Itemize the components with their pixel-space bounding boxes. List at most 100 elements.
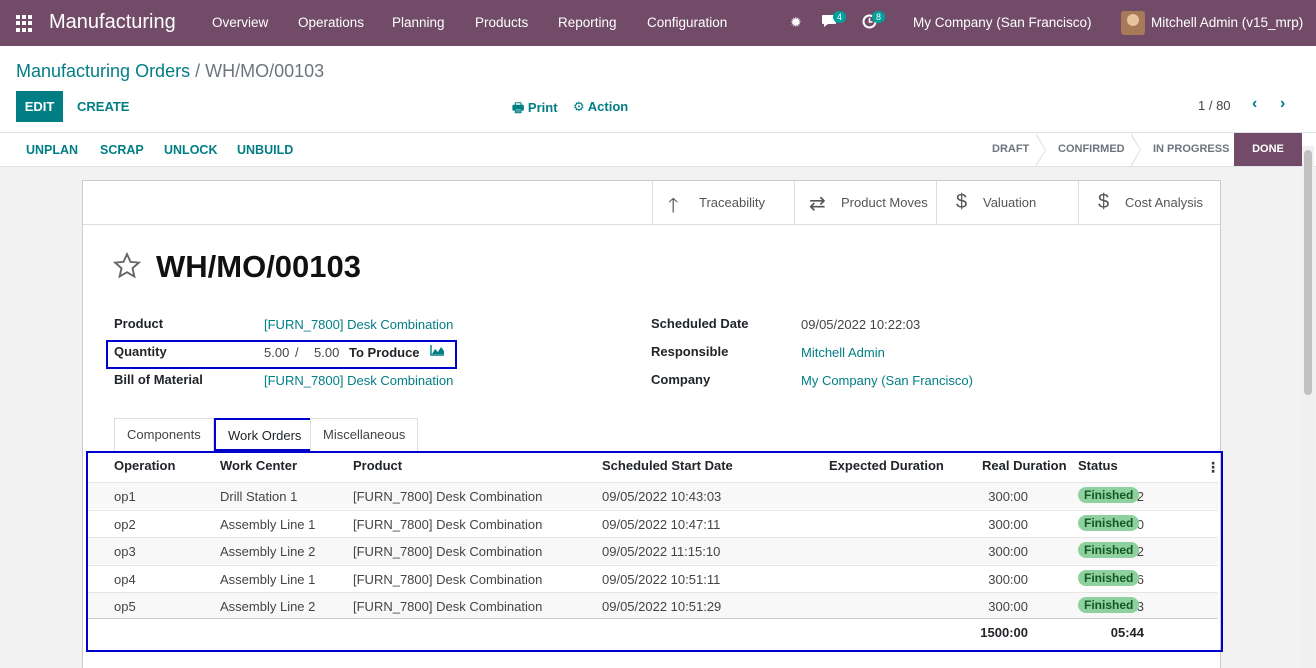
print-icon: 🖶 xyxy=(512,100,525,115)
activities-badge: 8 xyxy=(872,11,886,23)
work-center-cell: Assembly Line 1 xyxy=(220,516,316,532)
operation-cell: op4 xyxy=(114,571,136,587)
expected-duration-cell: 300:00 xyxy=(988,599,1028,614)
valuation-button[interactable]: $ Valuation xyxy=(936,181,1078,224)
work-center-cell: Assembly Line 2 xyxy=(220,544,316,559)
product-cell: [FURN_7800] Desk Combination xyxy=(353,599,543,614)
table-row[interactable]: op3 Assembly Line 2 [FURN_7800] Desk Combi… xyxy=(88,537,1218,564)
breadcrumb-parent[interactable]: Manufacturing Orders xyxy=(16,61,190,81)
company-label: Company xyxy=(651,372,711,387)
qty-total: 5.00 xyxy=(314,345,340,360)
col-operation[interactable]: Operation xyxy=(114,458,175,473)
unlock-button[interactable]: UNLOCK xyxy=(164,143,217,157)
scheduled-start-cell: 09/05/2022 10:43:03 xyxy=(602,489,722,504)
cost-analysis-label: Cost Analysis xyxy=(1125,195,1204,210)
menu-products[interactable]: Products xyxy=(475,15,528,30)
menu-planning[interactable]: Planning xyxy=(392,15,445,30)
messages-badge: 4 xyxy=(833,11,847,23)
status-badge: Finished xyxy=(1078,569,1140,586)
pager-previous-icon[interactable]: ‹ xyxy=(1252,95,1257,113)
table-row[interactable]: op1 Drill Station 1 [FURN_7800] Desk Combi… xyxy=(88,482,1218,509)
tab-work-orders[interactable]: Work Orders xyxy=(214,418,316,451)
create-button[interactable]: CREATE xyxy=(77,99,129,114)
table-row[interactable]: op4 Assembly Line 1 [FURN_7800] Desk Combi… xyxy=(88,564,1218,592)
user-menu[interactable]: Mitchell Admin (v15_mrp) xyxy=(1151,15,1303,30)
table-row[interactable]: op5 Assembly Line 2 [FURN_7800] Desk Combi… xyxy=(88,592,1218,619)
column-options-icon[interactable]: ⋮ xyxy=(1206,459,1220,476)
col-status[interactable]: Status xyxy=(1078,458,1118,473)
user-avatar[interactable] xyxy=(1121,11,1145,35)
stage-done[interactable]: DONE xyxy=(1234,133,1302,166)
product-moves-button[interactable]: ⇄ Product Moves xyxy=(794,181,936,224)
bom-field[interactable]: [FURN_7800] Desk Combination xyxy=(264,373,453,388)
form-sheet: 🡑 Traceability ⇄ Product Moves $ Valuati… xyxy=(82,180,1223,668)
dollar-icon: $ xyxy=(956,191,968,213)
pager-next-icon[interactable]: › xyxy=(1280,95,1285,113)
page-scrollbar[interactable] xyxy=(1302,146,1314,668)
breadcrumb-separator: / xyxy=(195,61,201,81)
total-real-duration: 05:44 xyxy=(1110,625,1144,640)
breadcrumb-current: WH/MO/00103 xyxy=(205,61,325,81)
print-menu[interactable]: 🖶 Print xyxy=(512,99,558,121)
status-badge: Finished xyxy=(1078,487,1140,503)
unbuild-button[interactable]: UNBUILD xyxy=(237,143,293,157)
cost-analysis-button[interactable]: $ Cost Analysis xyxy=(1078,181,1220,224)
operation-cell: op1 xyxy=(114,489,136,504)
col-work-center[interactable]: Work Center xyxy=(220,458,297,473)
company-field[interactable]: My Company (San Francisco) xyxy=(801,373,973,388)
work-orders-header: Operation Work Center Product Scheduled … xyxy=(88,456,1218,482)
apps-menu-icon[interactable] xyxy=(16,15,33,32)
total-expected-duration: 1500:00 xyxy=(980,625,1028,640)
stage-in-progress[interactable]: IN PROGRESS xyxy=(1153,133,1229,166)
col-product[interactable]: Product xyxy=(353,458,402,473)
app-name[interactable]: Manufacturing xyxy=(49,11,176,34)
scheduled-start-cell: 09/05/2022 10:51:29 xyxy=(602,599,722,614)
col-scheduled-start[interactable]: Scheduled Start Date xyxy=(602,458,733,473)
bom-label: Bill of Material xyxy=(114,372,203,387)
action-menu[interactable]: ⚙ Action xyxy=(573,99,628,115)
work-center-cell: Drill Station 1 xyxy=(220,489,298,504)
col-expected-duration[interactable]: Expected Duration xyxy=(829,458,944,473)
product-cell: [FURN_7800] Desk Combination xyxy=(353,516,543,532)
work-center-cell: Assembly Line 2 xyxy=(220,599,316,614)
qty-produced: 5.00 xyxy=(264,345,290,360)
unplan-button[interactable]: UNPLAN xyxy=(26,143,78,157)
forecast-chart-icon[interactable] xyxy=(430,344,445,359)
work-center-cell: Assembly Line 1 xyxy=(220,571,316,587)
traceability-label: Traceability xyxy=(699,195,765,210)
menu-configuration[interactable]: Configuration xyxy=(647,15,727,30)
product-field[interactable]: [FURN_7800] Desk Combination xyxy=(264,317,453,332)
table-row[interactable]: op2 Assembly Line 1 [FURN_7800] Desk Combi… xyxy=(88,509,1218,537)
menu-reporting[interactable]: Reporting xyxy=(558,15,617,30)
operation-cell: op2 xyxy=(114,516,136,532)
traceability-button[interactable]: 🡑 Traceability xyxy=(652,181,794,224)
product-cell: [FURN_7800] Desk Combination xyxy=(353,544,543,559)
stage-divider xyxy=(1130,133,1141,167)
gear-icon: ⚙ xyxy=(573,99,585,114)
scrap-button[interactable]: SCRAP xyxy=(100,143,144,157)
work-orders-totals: 1500:00 05:44 xyxy=(88,618,1218,648)
expected-duration-cell: 300:00 xyxy=(988,571,1028,587)
menu-overview[interactable]: Overview xyxy=(212,15,268,30)
responsible-field[interactable]: Mitchell Admin xyxy=(801,345,885,360)
operation-cell: op3 xyxy=(114,544,136,559)
scheduled-start-cell: 09/05/2022 11:15:10 xyxy=(602,544,721,559)
tab-miscellaneous[interactable]: Miscellaneous xyxy=(310,418,419,451)
qty-separator: / xyxy=(295,345,299,360)
status-bar: UNPLAN SCRAP UNLOCK UNBUILD DRAFT CONFIR… xyxy=(0,133,1316,167)
stage-confirmed[interactable]: CONFIRMED xyxy=(1058,133,1125,166)
stage-draft[interactable]: DRAFT xyxy=(992,133,1029,166)
pager-value[interactable]: 1 / 80 xyxy=(1198,98,1231,113)
scrollbar-thumb[interactable] xyxy=(1304,150,1312,395)
status-badge: Finished xyxy=(1078,514,1140,531)
debug-bug-icon[interactable]: ✹ xyxy=(790,14,802,31)
scheduled-start-cell: 09/05/2022 10:51:11 xyxy=(602,571,721,587)
col-real-duration[interactable]: Real Duration xyxy=(982,458,1067,473)
arrow-up-icon: 🡑 xyxy=(668,195,679,217)
edit-button[interactable]: EDIT xyxy=(16,91,63,122)
star-icon[interactable] xyxy=(112,251,142,284)
menu-operations[interactable]: Operations xyxy=(298,15,364,30)
action-label: Action xyxy=(587,99,629,114)
company-switcher[interactable]: My Company (San Francisco) xyxy=(913,15,1092,30)
tab-components[interactable]: Components xyxy=(114,418,214,451)
